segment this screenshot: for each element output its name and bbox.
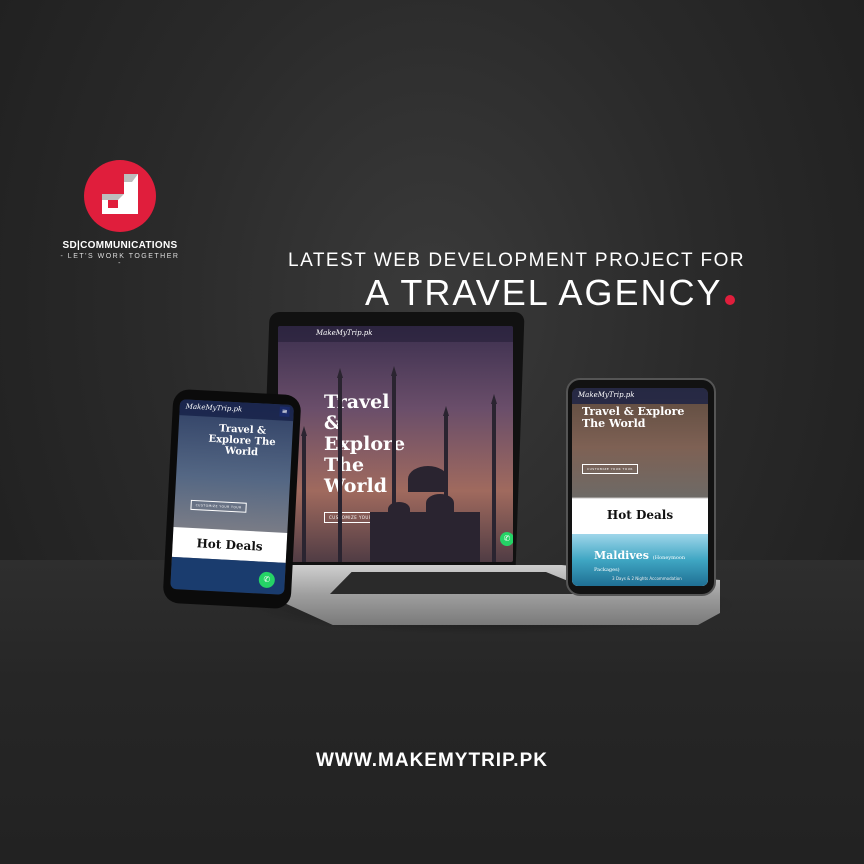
laptop-screen: MakeMyTrip.pk Travel & Explore The World…: [278, 326, 513, 562]
mosque-main-dome: [408, 466, 448, 492]
website-url[interactable]: WWW.MAKEMYTRIP.PK: [0, 750, 864, 772]
phone-left-cta-button[interactable]: CUSTOMIZE YOUR TOUR: [190, 499, 247, 513]
deal-title: Maldives: [594, 549, 649, 562]
phone-left-logo[interactable]: MakeMyTrip.pk: [186, 402, 243, 413]
brand-tagline: - LET'S WORK TOGETHER -: [60, 253, 180, 267]
phone-left: MakeMyTrip.pk ≡ Travel & Explore The Wor…: [162, 388, 302, 610]
sd-logo-icon: [102, 174, 138, 214]
phone-right-deal-meta: 3 Days & 2 Nights Accommodation: [612, 576, 682, 581]
brand-name: SD|COMMUNICATIONS: [62, 240, 178, 251]
minaret: [337, 368, 343, 562]
phone-right-cta-button[interactable]: CUSTOMIZE YOUR TOUR: [582, 464, 639, 474]
minaret: [301, 426, 307, 562]
phone-right-nav: MakeMyTrip.pk: [572, 388, 708, 404]
headline-line2: A TRAVEL AGENCY: [365, 272, 736, 314]
phone-right-hero-title: Travel & Explore The World: [582, 405, 685, 431]
phone-left-hero-title: Travel & Explore The World: [208, 423, 276, 459]
mosque-body: [370, 512, 480, 562]
minaret: [391, 366, 397, 562]
phone-left-screen: MakeMyTrip.pk ≡ Travel & Explore The Wor…: [170, 399, 294, 595]
laptop-site-logo[interactable]: MakeMyTrip.pk: [316, 329, 373, 337]
red-dot-icon: [725, 295, 736, 305]
phone-right-deal-title: Maldives (Honeymoon Packages): [594, 549, 708, 574]
whatsapp-icon[interactable]: ✆: [500, 532, 513, 546]
phone-left-nav: MakeMyTrip.pk ≡: [179, 399, 294, 422]
laptop-site-nav: MakeMyTrip.pk: [278, 326, 513, 342]
brand-logo: [84, 160, 156, 232]
phone-right-hot-deals: Hot Deals: [572, 500, 708, 530]
minaret: [443, 406, 449, 562]
brand-block: SD|COMMUNICATIONS - LET'S WORK TOGETHER …: [60, 160, 180, 267]
phone-right-logo[interactable]: MakeMyTrip.pk: [578, 391, 635, 399]
phone-right: MakeMyTrip.pk Travel & Explore The World…: [566, 378, 716, 596]
minaret: [491, 394, 497, 562]
headline-line1: LATEST WEB DEVELOPMENT PROJECT FOR: [288, 250, 746, 271]
mosque-side-dome: [426, 494, 454, 512]
phone-right-screen: MakeMyTrip.pk Travel & Explore The World…: [572, 388, 708, 586]
menu-icon[interactable]: ≡: [279, 406, 290, 417]
headline-line2-text: A TRAVEL AGENCY: [365, 272, 723, 313]
